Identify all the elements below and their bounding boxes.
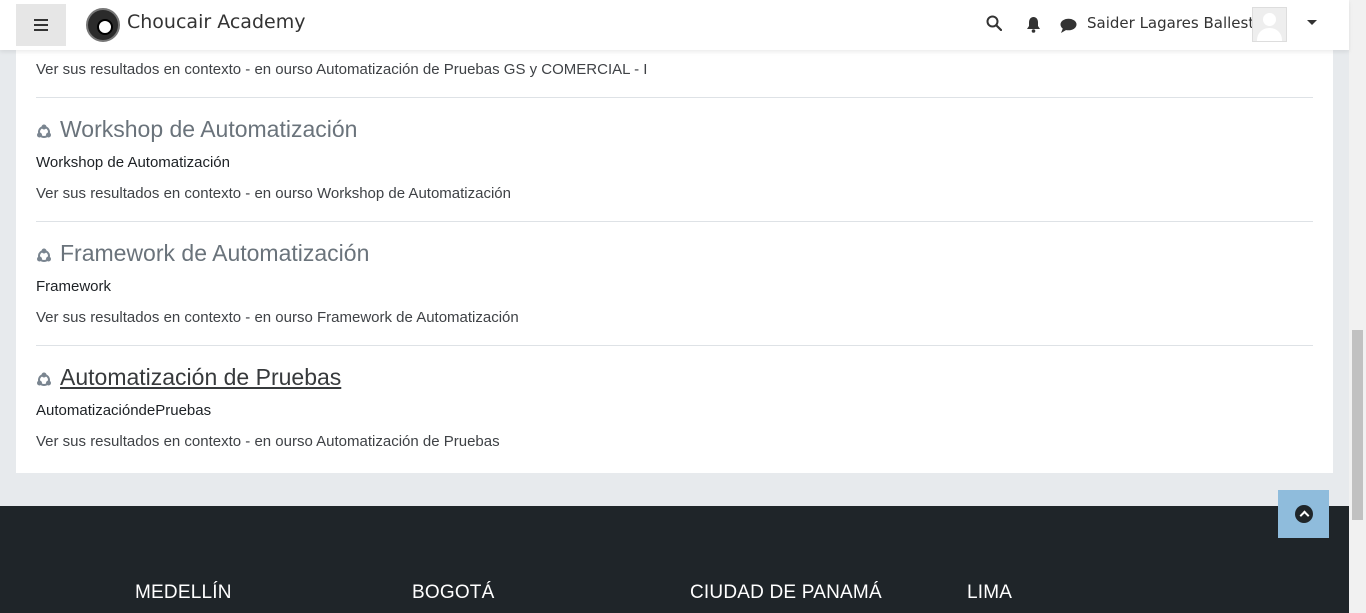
footer-city-panama: CIUDAD DE PANAMÁ [690,582,882,603]
result-summary: Workshop de Automatización [36,154,230,171]
avatar[interactable] [1252,7,1287,42]
result-context: Ver sus resultados en contexto - en ours… [36,61,648,78]
top-navbar: Choucair Academy Saider Lagares Ballesta [0,0,1349,50]
user-name[interactable]: Saider Lagares Ballesta [1087,14,1263,32]
menu-icon [34,19,48,31]
chevron-up-icon [1294,505,1313,523]
result-title-link[interactable]: Workshop de Automatización [60,116,357,143]
search-icon[interactable] [986,15,1002,31]
course-icon [37,124,51,138]
divider [36,345,1313,346]
bell-icon[interactable] [1026,16,1041,33]
result-context: Ver sus resultados en contexto - en ours… [36,433,500,450]
footer-city-medellin: MEDELLÍN [135,582,232,603]
search-results-card: Ver sus resultados en contexto - en ours… [16,0,1333,473]
site-brand[interactable]: Choucair Academy [127,11,305,33]
result-summary: Framework [36,278,112,295]
divider [36,97,1313,98]
footer-city-lima: LIMA [967,582,1013,603]
chat-icon[interactable] [1060,18,1077,33]
menu-toggle-button[interactable] [16,4,66,46]
footer: MEDELLÍN BOGOTÁ CIUDAD DE PANAMÁ LIMA [0,506,1349,613]
divider [36,221,1313,222]
result-summary: AutomatizacióndePruebas [36,402,212,419]
result-context: Ver sus resultados en contexto - en ours… [36,309,519,326]
result-title-link[interactable]: Automatización de Pruebas [60,364,341,391]
academy-logo[interactable] [86,8,120,42]
page-scrollbar[interactable] [1349,0,1366,613]
result-title-link[interactable]: Framework de Automatización [60,240,369,267]
back-to-top-button[interactable] [1278,490,1329,538]
course-icon [37,248,51,262]
scrollbar-thumb[interactable] [1352,330,1363,520]
result-context: Ver sus resultados en contexto - en ours… [36,185,511,202]
footer-city-bogota: BOGOTÁ [412,582,495,603]
course-icon [37,372,51,386]
caret-down-icon[interactable] [1307,20,1317,25]
